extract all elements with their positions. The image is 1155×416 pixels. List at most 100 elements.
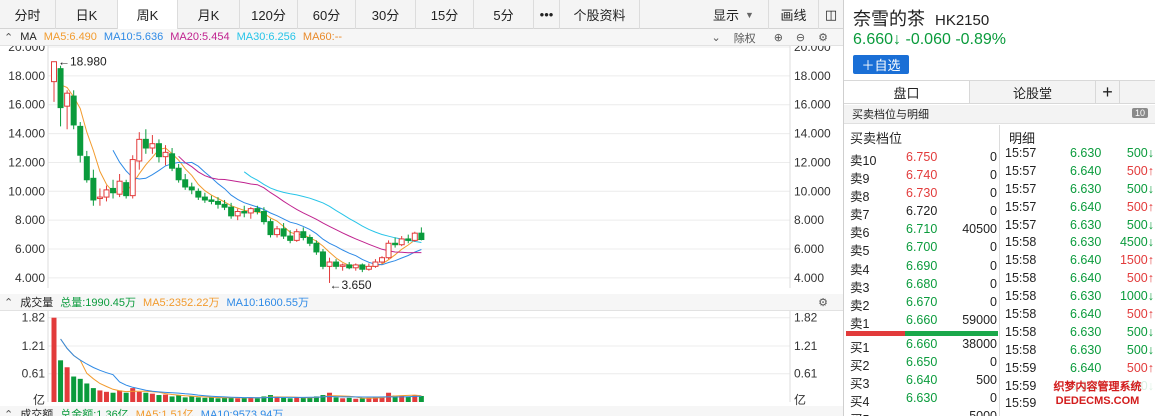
candle-body	[385, 242, 392, 259]
level-price: 6.730	[906, 186, 938, 201]
tab-6[interactable]: 30分	[356, 0, 416, 29]
tab-10[interactable]: 个股资料	[560, 0, 640, 29]
level-price: 6.650	[906, 355, 938, 370]
vol-tick-left: 1.82	[22, 311, 46, 325]
trade-details-list[interactable]: 15:57 6.630 500↓ 15:57 6.640 500↑ 15:57 6.630 50…	[1002, 145, 1155, 413]
candle-body	[267, 221, 274, 236]
candle-body	[215, 200, 221, 205]
levels-badge[interactable]: 10	[1131, 108, 1148, 118]
trade-price: 6.640	[1070, 271, 1102, 286]
trade-time: 15:58	[1005, 324, 1037, 339]
candle-body	[352, 264, 359, 269]
trade-price: 6.630	[1070, 324, 1102, 339]
candle-body	[306, 236, 313, 244]
trade-volume: 4500↓	[1119, 235, 1154, 250]
y-tick-label-left: 18.000	[8, 69, 45, 83]
volume-bar	[287, 398, 293, 402]
chart-background	[0, 0, 843, 416]
gear-icon[interactable]: ⚙	[818, 31, 828, 44]
draw-label: 画线	[780, 8, 807, 23]
min-price-label: ←3.650	[330, 278, 372, 292]
candle-body	[149, 143, 156, 149]
display-button[interactable]: 显示 ▼	[699, 0, 769, 29]
level-volume: 500	[976, 373, 997, 388]
adjust-button[interactable]: 除权	[734, 30, 756, 46]
window-toggle-icon[interactable]: ◫	[819, 0, 843, 29]
gear-icon[interactable]: ⚙	[818, 296, 828, 309]
draw-button[interactable]: 画线	[769, 0, 819, 29]
level-price: 6.680	[906, 276, 938, 291]
level-volume: 5000	[969, 409, 997, 416]
trade-row: 15:59 6.640 500↑	[1002, 360, 1155, 378]
level-price: 6.640	[906, 373, 938, 388]
trade-time: 15:58	[1005, 271, 1037, 286]
trade-row: 15:57 6.630 500↓	[1002, 217, 1155, 235]
tab-4[interactable]: 120分	[240, 0, 298, 29]
level-volume: 59000	[962, 312, 997, 327]
candle-body	[274, 228, 281, 236]
candle-body	[379, 257, 385, 263]
tab-3[interactable]: 月K	[178, 0, 240, 29]
tab-8[interactable]: 5分	[474, 0, 534, 29]
max-price-label: ←18.980	[58, 55, 107, 69]
add-tab-icon[interactable]: +	[1096, 81, 1120, 103]
trade-row: 15:58 6.630 4500↓	[1002, 234, 1155, 252]
kline-chart[interactable]: 20.000 20.00018.000 18.00016.000 16.00014.0…	[0, 0, 843, 416]
candle-body	[182, 179, 189, 188]
vol-tick-left: 1.21	[22, 339, 46, 353]
amount-ma10: MA10:9573.94万	[200, 409, 284, 416]
stock-name: 奈雪的茶	[853, 9, 925, 29]
candle-body	[155, 143, 162, 158]
ma5-value: MA5:6.490	[43, 31, 97, 43]
trade-volume: 500↑	[1126, 271, 1154, 286]
candle-body	[208, 199, 215, 202]
candle-body	[123, 182, 130, 197]
tab-7[interactable]: 15分	[416, 0, 474, 29]
candle-body	[398, 238, 405, 246]
y-tick-label-right: 18.000	[794, 69, 831, 83]
trade-row: 15:58 6.630 1000↓	[1002, 288, 1155, 306]
level-volume: 0	[990, 150, 997, 164]
volume-bar	[405, 396, 411, 402]
trade-time: 15:59	[1005, 378, 1037, 393]
candle-body	[247, 208, 254, 214]
level-label: 卖1	[850, 316, 870, 331]
level-volume: 0	[990, 355, 997, 370]
trade-time: 15:57	[1005, 217, 1037, 232]
volume-bar	[418, 395, 424, 402]
volume-bar	[123, 392, 129, 402]
tab-9[interactable]: •••	[534, 0, 560, 29]
volume-bar	[235, 398, 241, 402]
tab-1[interactable]: 日K	[56, 0, 118, 29]
orderbook-subheader: 买卖档位与明细 10	[844, 105, 1155, 124]
chevron-down-icon[interactable]: ⌄	[711, 31, 720, 44]
candle-body	[70, 95, 77, 126]
zoom-out-icon[interactable]: ⊖	[796, 31, 805, 44]
orderbook-row: 买3 6.640 500	[844, 371, 1000, 391]
candle-body	[405, 238, 412, 241]
volume-bar	[71, 376, 77, 402]
add-watchlist-button[interactable]: ＋自选	[853, 55, 909, 74]
trade-time: 15:59	[1005, 360, 1037, 375]
ma20-value: MA20:5.454	[170, 31, 230, 43]
trade-volume: 500↓	[1126, 217, 1154, 232]
level-price: 6.660	[906, 312, 938, 327]
tab-spacer	[640, 0, 699, 28]
volume-ma10: MA10:1600.55万	[226, 297, 310, 309]
tab-2[interactable]: 周K	[118, 0, 178, 29]
trade-row: 15:58 6.640 1500↑	[1002, 252, 1155, 270]
tab-5[interactable]: 60分	[298, 0, 356, 29]
level-volume: 0	[990, 168, 997, 183]
volume-bar	[386, 392, 392, 402]
zoom-in-icon[interactable]: ⊕	[774, 31, 783, 44]
trade-time: 15:58	[1005, 253, 1037, 268]
volume-bar	[222, 397, 228, 402]
volume-bar	[327, 392, 333, 402]
trade-price: 6.640	[1070, 307, 1102, 322]
tab-orderbook[interactable]: 盘口	[844, 81, 970, 103]
stock-change-pct: -0.89%	[955, 31, 1007, 48]
candle-body	[319, 251, 326, 267]
orderbook-row: 卖2 6.670 0	[844, 293, 1000, 313]
tab-forum[interactable]: 论股堂	[970, 81, 1096, 103]
tab-0[interactable]: 分时	[0, 0, 56, 29]
